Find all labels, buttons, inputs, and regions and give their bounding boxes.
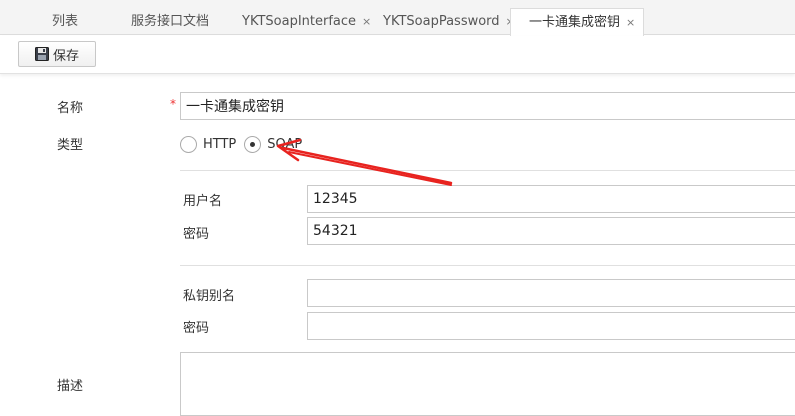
section-divider <box>180 170 795 171</box>
type-radio-group: HTTP SOAP <box>180 136 310 153</box>
key-password-label: 密码 <box>183 321 210 336</box>
section-divider <box>180 265 795 266</box>
close-icon[interactable]: × <box>626 16 635 29</box>
key-alias-field[interactable] <box>307 279 795 307</box>
username-field[interactable] <box>307 185 795 213</box>
soap-radio[interactable] <box>244 136 262 153</box>
tab-ykt-soap-password[interactable]: YKTSoapPassword× <box>383 8 515 35</box>
tab-label: 列表 <box>52 14 79 29</box>
tab-label: YKTSoapPassword <box>383 14 500 29</box>
tab-label: YKTSoapInterface <box>242 14 357 29</box>
floppy-disk-icon <box>34 47 49 61</box>
key-password-field[interactable] <box>307 312 795 340</box>
toolbar: 保存 <box>0 36 795 74</box>
tab-service-docs[interactable]: 服务接口文档 <box>131 8 209 35</box>
close-icon[interactable]: × <box>362 15 371 28</box>
name-field[interactable] <box>180 92 795 120</box>
tab-list[interactable]: 列表 <box>52 8 78 35</box>
type-label: 类型 <box>57 138 84 153</box>
tab-bar: 列表 服务接口文档 YKTSoapInterface × YKTSoapPassw… <box>0 0 795 36</box>
soap-radio-label: SOAP <box>267 137 303 152</box>
key-alias-label: 私钥别名 <box>183 289 236 304</box>
tab-ykt-key[interactable]: 一卡通集成密钥 × <box>510 8 645 36</box>
http-radio-label: HTTP <box>203 137 237 152</box>
username-label: 用户名 <box>183 194 223 209</box>
tab-label: 服务接口文档 <box>131 14 210 29</box>
required-marker: * <box>170 97 176 111</box>
tab-ykt-soap-interface[interactable]: YKTSoapInterface × <box>242 8 371 35</box>
http-radio[interactable] <box>180 136 197 153</box>
save-button[interactable]: 保存 <box>18 41 96 67</box>
description-field[interactable] <box>180 352 795 416</box>
description-label: 描述 <box>57 379 84 394</box>
name-label: 名称 <box>57 101 84 116</box>
selected-dot <box>250 142 256 147</box>
save-label: 保存 <box>52 48 79 64</box>
password-label: 密码 <box>183 227 210 242</box>
password-field[interactable] <box>307 217 795 245</box>
tab-label: 一卡通集成密钥 <box>529 15 621 30</box>
